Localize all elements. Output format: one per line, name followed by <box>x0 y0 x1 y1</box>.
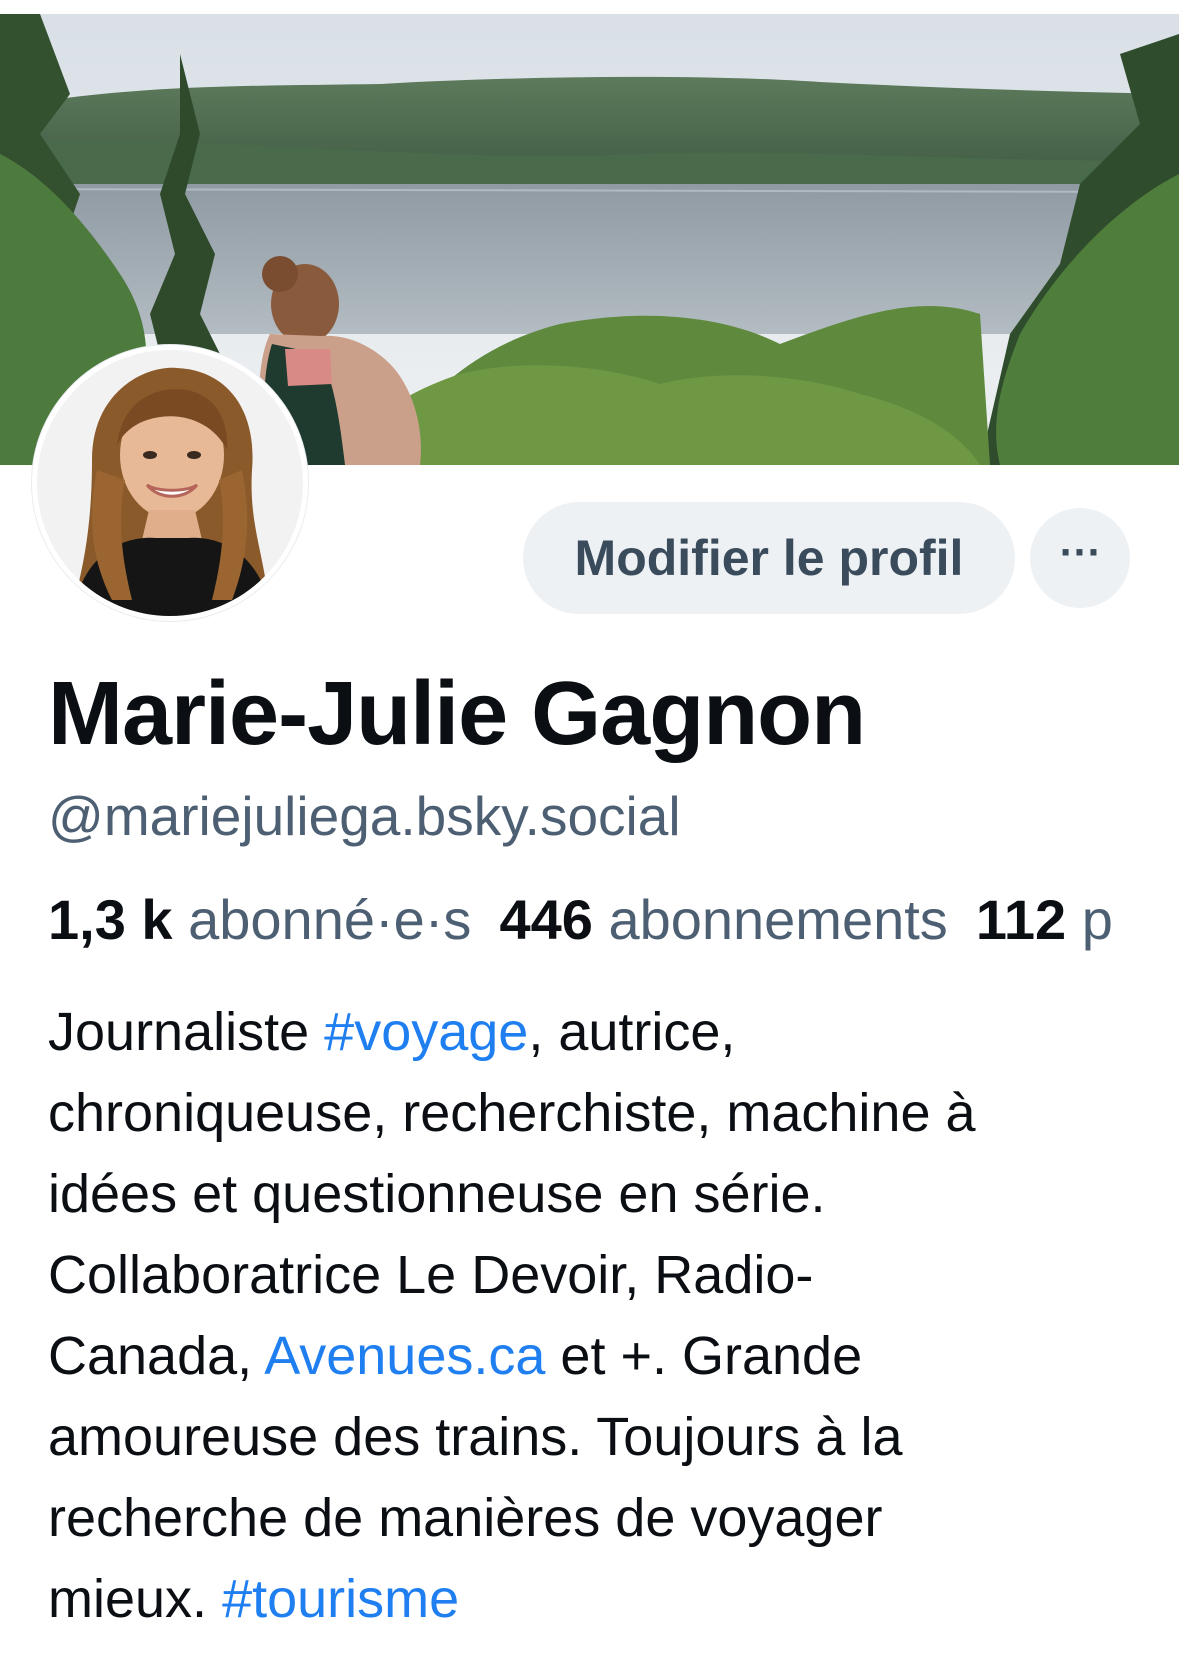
following-label: abonnements <box>608 888 948 951</box>
ellipsis-icon: ··· <box>1059 533 1101 573</box>
profile-avatar[interactable] <box>32 345 308 621</box>
posts-label: p <box>1081 888 1113 951</box>
bio-text: et +. Grande <box>545 1326 863 1386</box>
bio-text: mieux. <box>48 1569 223 1629</box>
top-strip <box>0 0 1179 14</box>
more-options-button[interactable]: ··· <box>1030 508 1130 608</box>
bio-line: amoureuse des trains. Toujours à la <box>48 1407 903 1467</box>
posts-stat[interactable]: 112 p <box>976 888 1113 951</box>
profile-stats: 1,3 k abonné·e·s 446 abonnements 112 p <box>48 885 1179 955</box>
profile-bio: Journaliste #voyage, autrice, chroniqueu… <box>48 992 1158 1640</box>
posts-count: 112 <box>975 888 1067 951</box>
avatar-image <box>37 350 303 616</box>
followers-label: abonné·e·s <box>188 888 472 951</box>
bio-text: , autrice, <box>528 1002 736 1062</box>
followers-count: 1,3 k <box>48 888 173 951</box>
hashtag-voyage-link[interactable]: #voyage <box>324 1002 528 1062</box>
bio-text: Canada, <box>48 1326 265 1386</box>
avenues-link[interactable]: Avenues.ca <box>264 1326 545 1386</box>
following-count: 446 <box>499 888 593 951</box>
bio-line: Canada, Avenues.ca et +. Grande <box>48 1316 1158 1397</box>
edit-profile-button[interactable]: Modifier le profil <box>523 502 1015 614</box>
bio-line: mieux. #tourisme <box>48 1559 1158 1640</box>
followers-stat[interactable]: 1,3 k abonné·e·s <box>48 888 471 951</box>
hashtag-tourisme-link[interactable]: #tourisme <box>222 1569 459 1629</box>
bio-line: chroniqueuse, recherchiste, machine à <box>48 1083 976 1143</box>
bio-text: Journaliste <box>48 1002 325 1062</box>
profile-handle: @mariejuliega.bsky.social <box>48 785 681 847</box>
bio-line: idées et questionneuse en série. <box>48 1164 826 1224</box>
following-stat[interactable]: 446 abonnements <box>499 888 947 951</box>
bio-line: Journaliste #voyage, autrice, <box>48 992 1158 1073</box>
bio-line: Collaboratrice Le Devoir, Radio- <box>48 1245 814 1305</box>
display-name: Marie-Julie Gagnon <box>48 664 866 764</box>
bio-line: recherche de manières de voyager <box>48 1488 883 1548</box>
